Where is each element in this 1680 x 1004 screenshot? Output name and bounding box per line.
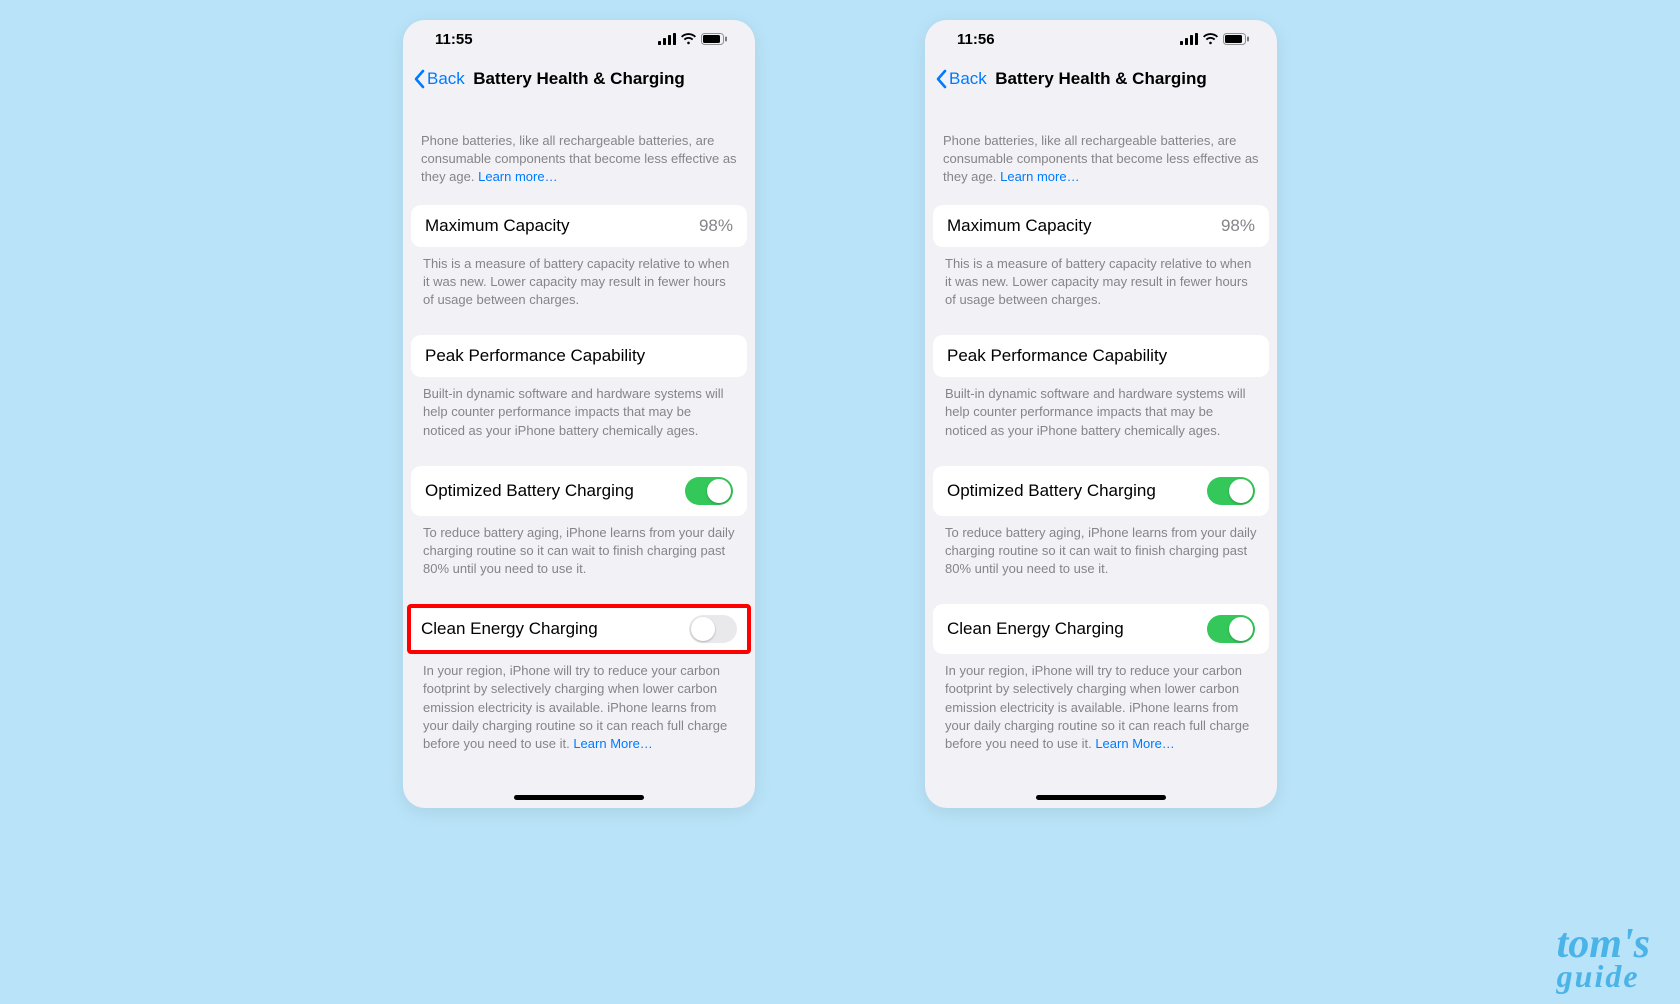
clean-energy-toggle[interactable] [689, 615, 737, 643]
intro-text: Phone batteries, like all rechargeable b… [411, 100, 747, 197]
max-capacity-value: 98% [699, 216, 733, 236]
content: Phone batteries, like all rechargeable b… [925, 100, 1277, 771]
clean-energy-row[interactable]: Clean Energy Charging [421, 615, 737, 643]
optimized-charging-toggle[interactable] [1207, 477, 1255, 505]
home-indicator[interactable] [514, 795, 644, 800]
battery-icon [1223, 33, 1249, 45]
phone-screen: 11:55 Back Battery Health & Charging Pho… [403, 20, 755, 808]
intro-learn-more-link[interactable]: Learn more… [1000, 169, 1079, 184]
clean-energy-label: Clean Energy Charging [421, 619, 598, 639]
back-label: Back [427, 69, 465, 89]
status-icons [658, 33, 727, 45]
peak-performance-row[interactable]: Peak Performance Capability [933, 335, 1269, 377]
peak-performance-label: Peak Performance Capability [425, 346, 645, 366]
optimized-charging-label: Optimized Battery Charging [425, 481, 634, 501]
status-icons [1180, 33, 1249, 45]
intro-body: Phone batteries, like all rechargeable b… [943, 133, 1259, 184]
peak-performance-footer: Built-in dynamic software and hardware s… [411, 377, 747, 458]
intro-body: Phone batteries, like all rechargeable b… [421, 133, 737, 184]
watermark-line2: guide [1557, 963, 1650, 990]
clean-energy-label: Clean Energy Charging [947, 619, 1124, 639]
clean-energy-row[interactable]: Clean Energy Charging [933, 604, 1269, 654]
optimized-charging-footer: To reduce battery aging, iPhone learns f… [411, 516, 747, 597]
toggle-knob [691, 617, 715, 641]
optimized-charging-toggle[interactable] [685, 477, 733, 505]
clean-energy-footer: In your region, iPhone will try to reduc… [411, 654, 747, 771]
clean-energy-footer: In your region, iPhone will try to reduc… [933, 654, 1269, 771]
cellular-icon [1180, 33, 1198, 45]
status-bar: 11:55 [403, 20, 755, 58]
cellular-icon [658, 33, 676, 45]
phone-pair: 11:55 Back Battery Health & Charging Pho… [0, 0, 1680, 808]
max-capacity-footer: This is a measure of battery capacity re… [411, 247, 747, 328]
intro-text: Phone batteries, like all rechargeable b… [933, 100, 1269, 197]
optimized-charging-label: Optimized Battery Charging [947, 481, 1156, 501]
nav-bar: Back Battery Health & Charging [925, 58, 1277, 100]
back-button[interactable]: Back [413, 69, 465, 89]
status-time: 11:55 [435, 31, 473, 48]
toggle-knob [1229, 617, 1253, 641]
status-time: 11:56 [957, 31, 995, 48]
home-indicator[interactable] [1036, 795, 1166, 800]
optimized-charging-row[interactable]: Optimized Battery Charging [933, 466, 1269, 516]
max-capacity-label: Maximum Capacity [947, 216, 1092, 236]
peak-performance-footer: Built-in dynamic software and hardware s… [933, 377, 1269, 458]
clean-energy-toggle[interactable] [1207, 615, 1255, 643]
wifi-icon [1202, 33, 1219, 45]
peak-performance-row[interactable]: Peak Performance Capability [411, 335, 747, 377]
wifi-icon [680, 33, 697, 45]
max-capacity-value: 98% [1221, 216, 1255, 236]
back-button[interactable]: Back [935, 69, 987, 89]
watermark: tom's guide [1557, 927, 1650, 990]
watermark-line1: tom's [1557, 927, 1650, 963]
optimized-charging-footer: To reduce battery aging, iPhone learns f… [933, 516, 1269, 597]
nav-bar: Back Battery Health & Charging [403, 58, 755, 100]
peak-performance-label: Peak Performance Capability [947, 346, 1167, 366]
back-label: Back [949, 69, 987, 89]
clean-energy-learn-more-link[interactable]: Learn More… [1095, 736, 1174, 751]
toggle-knob [707, 479, 731, 503]
max-capacity-label: Maximum Capacity [425, 216, 570, 236]
optimized-charging-row[interactable]: Optimized Battery Charging [411, 466, 747, 516]
max-capacity-row[interactable]: Maximum Capacity 98% [933, 205, 1269, 247]
intro-learn-more-link[interactable]: Learn more… [478, 169, 557, 184]
max-capacity-footer: This is a measure of battery capacity re… [933, 247, 1269, 328]
clean-energy-learn-more-link[interactable]: Learn More… [573, 736, 652, 751]
status-bar: 11:56 [925, 20, 1277, 58]
toggle-knob [1229, 479, 1253, 503]
chevron-left-icon [935, 69, 947, 89]
content: Phone batteries, like all rechargeable b… [403, 100, 755, 771]
phone-screen: 11:56 Back Battery Health & Charging Pho… [925, 20, 1277, 808]
chevron-left-icon [413, 69, 425, 89]
clean-energy-highlight: Clean Energy Charging [407, 604, 751, 654]
max-capacity-row[interactable]: Maximum Capacity 98% [411, 205, 747, 247]
battery-icon [701, 33, 727, 45]
